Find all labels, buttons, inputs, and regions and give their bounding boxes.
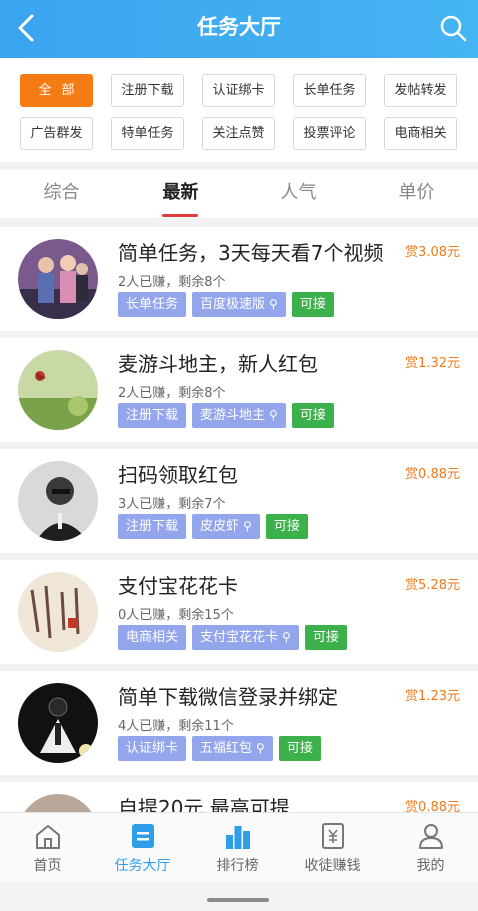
page-title: 任务大厅 xyxy=(197,15,281,39)
task-title: 麦游斗地主，新人红包 xyxy=(118,352,318,376)
task-card[interactable]: 扫码领取红包 赏0.88元 3人已赚，剩余7个 注册下载 皮皮虾 ⚲ 可接 xyxy=(0,449,478,553)
search-icon: ⚲ xyxy=(269,408,278,422)
task-reward: 赏1.32元 xyxy=(405,356,460,371)
category-chip-follow-like[interactable]: 关注点赞 xyxy=(202,117,275,150)
task-hall-icon xyxy=(132,824,154,848)
system-home-area xyxy=(0,882,478,911)
tab-latest[interactable]: 最新 xyxy=(121,170,240,218)
task-reward: 赏0.88元 xyxy=(405,800,460,812)
task-progress: 2人已赚，剩余8个 xyxy=(118,386,226,401)
bottom-navigation: 首页 任务大厅 排行榜 收徒赚钱 我的 xyxy=(0,812,478,882)
tab-popularity[interactable]: 人气 xyxy=(239,170,358,218)
active-tab-indicator xyxy=(162,214,198,217)
task-title: 简单任务，3天每天看7个视频 xyxy=(118,241,384,265)
category-chip-vote-comment[interactable]: 投票评论 xyxy=(293,117,366,150)
task-progress: 4人已赚，剩余11个 xyxy=(118,719,234,734)
task-progress: 2人已赚，剩余8个 xyxy=(118,275,226,290)
tab-comprehensive[interactable]: 综合 xyxy=(2,170,121,218)
nav-profile[interactable]: 我的 xyxy=(383,813,478,883)
task-title: 支付宝花花卡 xyxy=(118,574,238,598)
task-avatar xyxy=(18,794,98,812)
task-avatar xyxy=(18,683,98,763)
search-icon: ⚲ xyxy=(256,741,265,755)
nav-ranking[interactable]: 排行榜 xyxy=(190,813,285,883)
task-status-badge[interactable]: 可接 xyxy=(278,736,321,761)
task-card[interactable]: 麦游斗地主，新人红包 赏1.32元 2人已赚，剩余8个 注册下载 麦游斗地主 ⚲ … xyxy=(0,338,478,442)
profile-icon xyxy=(419,824,443,849)
task-title: 扫码领取红包 xyxy=(118,463,238,487)
category-chip-post-share[interactable]: 发帖转发 xyxy=(384,74,457,107)
nav-earn-money[interactable]: 收徒赚钱 xyxy=(285,813,380,883)
task-keyword-tag[interactable]: 五福红包 ⚲ xyxy=(192,736,273,761)
task-keyword-label: 麦游斗地主 xyxy=(200,408,266,423)
task-title: 自提20元 最高可提 xyxy=(118,796,290,812)
category-chip-ecommerce[interactable]: 电商相关 xyxy=(384,117,457,150)
ranking-icon xyxy=(226,826,250,849)
nav-home[interactable]: 首页 xyxy=(0,813,95,883)
task-status-badge[interactable]: 可接 xyxy=(265,514,308,539)
search-icon: ⚲ xyxy=(243,519,252,533)
task-keyword-tag[interactable]: 皮皮虾 ⚲ xyxy=(192,514,260,539)
task-tags: 注册下载 皮皮虾 ⚲ 可接 xyxy=(118,514,308,539)
task-category-tag[interactable]: 长单任务 xyxy=(118,292,187,317)
earn-money-icon xyxy=(322,823,344,849)
category-chip-special-task[interactable]: 特单任务 xyxy=(111,117,184,150)
task-category-tag[interactable]: 认证绑卡 xyxy=(118,736,187,761)
task-keyword-tag[interactable]: 麦游斗地主 ⚲ xyxy=(192,403,286,428)
task-avatar xyxy=(18,572,98,652)
task-card[interactable]: 简单任务，3天每天看7个视频 赏3.08元 2人已赚，剩余8个 长单任务 百度极… xyxy=(0,227,478,331)
task-reward: 赏1.23元 xyxy=(405,689,460,704)
category-chip-ad-broadcast[interactable]: 广告群发 xyxy=(20,117,93,150)
home-indicator[interactable] xyxy=(207,898,269,902)
task-tags: 电商相关 支付宝花花卡 ⚲ 可接 xyxy=(118,625,347,650)
sort-tabs: 综合 最新 人气 单价 xyxy=(0,170,478,218)
category-chip-register-download[interactable]: 注册下载 xyxy=(111,74,184,107)
task-tags: 认证绑卡 五福红包 ⚲ 可接 xyxy=(118,736,321,761)
tab-unit-price[interactable]: 单价 xyxy=(357,170,476,218)
task-avatar xyxy=(18,461,98,541)
task-tags: 长单任务 百度极速版 ⚲ 可接 xyxy=(118,292,334,317)
task-keyword-label: 皮皮虾 xyxy=(200,519,240,534)
category-filter-panel: 全部 注册下载 认证绑卡 长单任务 发帖转发 广告群发 特单任务 关注点赞 投票… xyxy=(0,58,478,162)
category-chip-long-term-task[interactable]: 长单任务 xyxy=(293,74,366,107)
nav-label: 首页 xyxy=(33,858,62,874)
task-list[interactable]: 简单任务，3天每天看7个视频 赏3.08元 2人已赚，剩余8个 长单任务 百度极… xyxy=(0,227,478,812)
task-reward: 赏3.08元 xyxy=(405,245,460,260)
task-reward: 赏5.28元 xyxy=(405,578,460,593)
task-keyword-label: 百度极速版 xyxy=(200,297,266,312)
task-status-badge[interactable]: 可接 xyxy=(304,625,347,650)
category-chip-all[interactable]: 全部 xyxy=(20,74,93,107)
task-keyword-label: 支付宝花花卡 xyxy=(200,630,279,645)
task-card[interactable]: 自提20元 最高可提 赏0.88元 xyxy=(0,782,478,812)
task-progress: 0人已赚，剩余15个 xyxy=(118,608,234,623)
search-icon: ⚲ xyxy=(282,630,291,644)
top-app-bar: 任务大厅 xyxy=(0,0,478,58)
task-status-badge[interactable]: 可接 xyxy=(291,292,334,317)
task-title: 简单下载微信登录并绑定 xyxy=(118,685,338,709)
category-chip-verify-bind-card[interactable]: 认证绑卡 xyxy=(202,74,275,107)
task-card[interactable]: 简单下载微信登录并绑定 赏1.23元 4人已赚，剩余11个 认证绑卡 五福红包 ⚲… xyxy=(0,671,478,775)
nav-label: 任务大厅 xyxy=(114,858,171,874)
task-tags: 注册下载 麦游斗地主 ⚲ 可接 xyxy=(118,403,334,428)
task-keyword-label: 五福红包 xyxy=(200,741,253,756)
task-avatar xyxy=(18,350,98,430)
task-status-badge[interactable]: 可接 xyxy=(291,403,334,428)
task-keyword-tag[interactable]: 支付宝花花卡 ⚲ xyxy=(192,625,299,650)
nav-label: 收徒赚钱 xyxy=(304,858,361,874)
search-icon[interactable] xyxy=(436,10,470,46)
task-progress: 3人已赚，剩余7个 xyxy=(118,497,226,512)
task-keyword-tag[interactable]: 百度极速版 ⚲ xyxy=(192,292,286,317)
task-category-tag[interactable]: 注册下载 xyxy=(118,403,187,428)
task-card[interactable]: 支付宝花花卡 赏5.28元 0人已赚，剩余15个 电商相关 支付宝花花卡 ⚲ 可接 xyxy=(0,560,478,664)
task-avatar xyxy=(18,239,98,319)
task-category-tag[interactable]: 电商相关 xyxy=(118,625,187,650)
nav-label: 我的 xyxy=(416,858,445,874)
search-icon: ⚲ xyxy=(269,297,278,311)
nav-task-hall[interactable]: 任务大厅 xyxy=(95,813,190,883)
task-category-tag[interactable]: 注册下载 xyxy=(118,514,187,539)
home-icon xyxy=(36,825,60,849)
nav-label: 排行榜 xyxy=(216,858,259,874)
task-reward: 赏0.88元 xyxy=(405,467,460,482)
